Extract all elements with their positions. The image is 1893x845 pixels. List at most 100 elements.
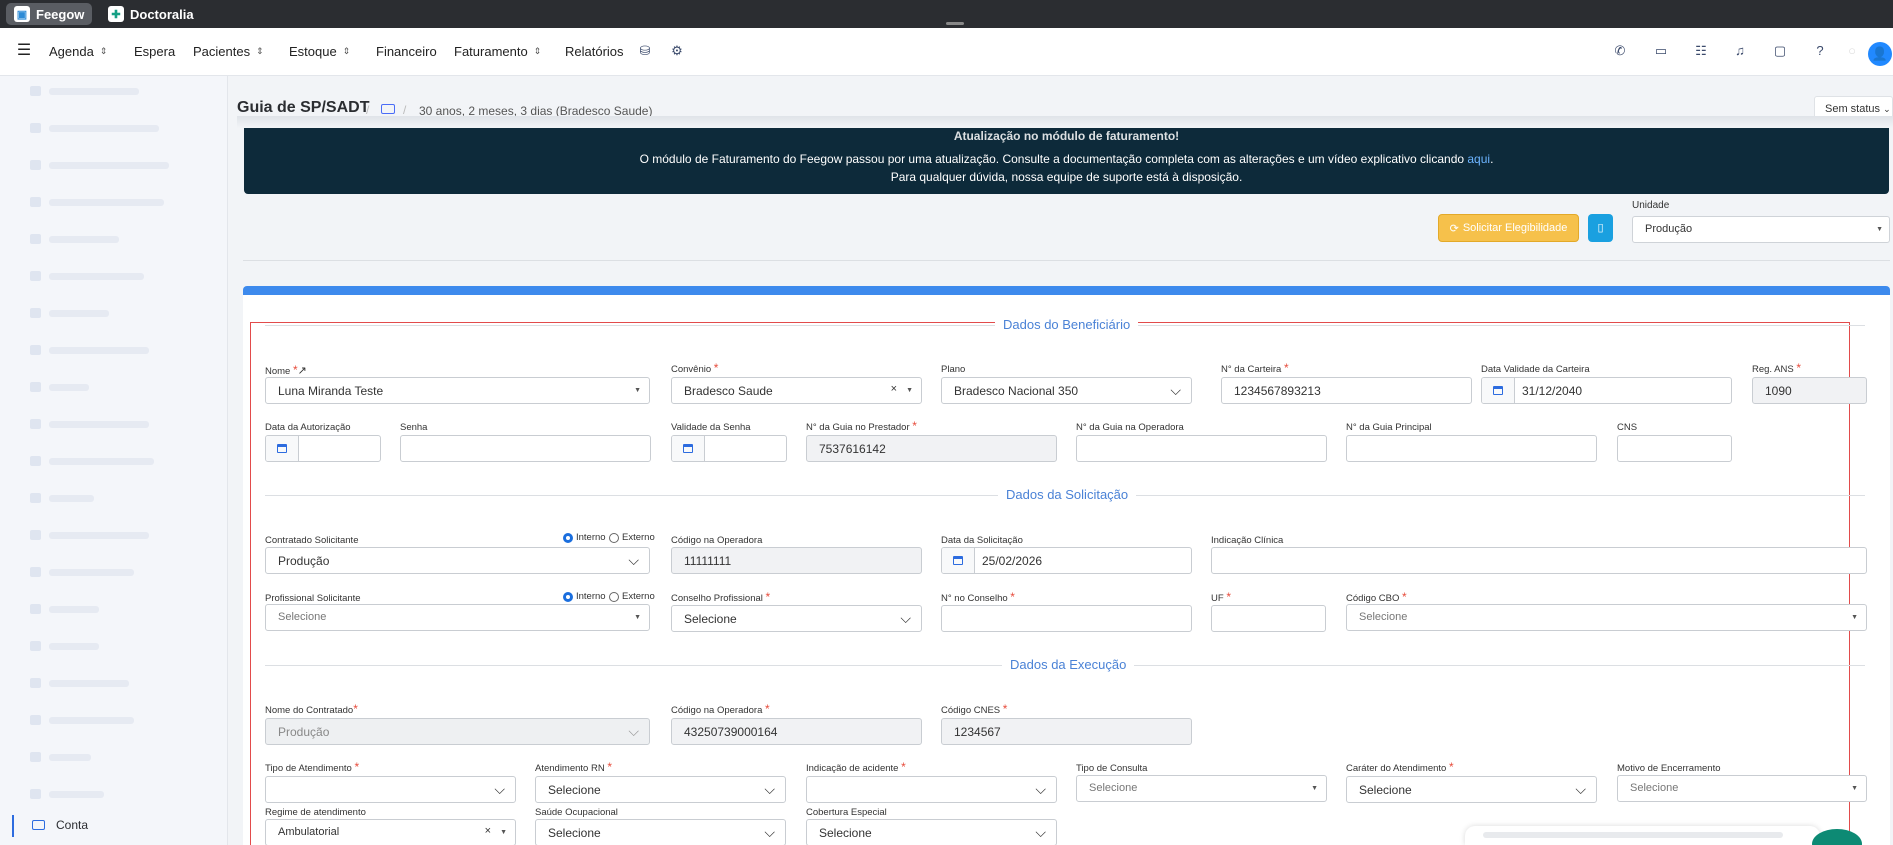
inbox-icon[interactable]: ▭ xyxy=(1653,43,1669,59)
hamburger-icon[interactable]: ☰ xyxy=(16,43,32,59)
tipo-atendimento-select[interactable]: ⌵ xyxy=(265,776,516,803)
clear-icon[interactable]: × xyxy=(485,825,491,837)
nav-item-estoque[interactable]: Estoque ⇕ xyxy=(289,44,350,59)
guia-principal-label: N° da Guia Principal xyxy=(1346,422,1432,433)
n-conselho-input[interactable] xyxy=(941,605,1192,632)
sidebar-item[interactable] xyxy=(30,530,149,540)
sidebar-item[interactable] xyxy=(30,493,94,503)
indicacao-clinica-input[interactable] xyxy=(1211,547,1867,574)
sidebar-item[interactable] xyxy=(30,197,164,207)
atendimento-rn-select[interactable]: Selecione ⌵ xyxy=(535,776,786,803)
sidebar-item[interactable] xyxy=(30,789,104,799)
required-marker: * xyxy=(1401,590,1407,604)
sidebar-item[interactable] xyxy=(30,678,129,688)
carater-select[interactable]: Selecione ⌵ xyxy=(1346,776,1597,803)
sidebar-item[interactable] xyxy=(30,419,149,429)
sidebar-item[interactable] xyxy=(30,604,99,614)
guia-prestador-input[interactable]: 7537616142 xyxy=(806,435,1057,462)
sidebar-item[interactable] xyxy=(30,641,99,651)
convenio-select[interactable]: Bradesco Saude × ▼ xyxy=(671,377,922,404)
saude-ocupacional-select[interactable]: Selecione ⌵ xyxy=(535,819,786,845)
app-tab-feegow[interactable]: ▣ Feegow xyxy=(6,3,93,25)
chat-icon[interactable]: ▢ xyxy=(1772,43,1788,59)
cbo-label: Código CBO * xyxy=(1346,590,1407,604)
codigo-operadora-exec-input[interactable]: 43250739000164 xyxy=(671,718,922,745)
calendar-icon[interactable] xyxy=(942,548,975,573)
sidebar-item[interactable] xyxy=(30,308,109,318)
conselho-select[interactable]: Selecione ⌵ xyxy=(671,605,922,632)
nav-item-faturamento[interactable]: Faturamento ⇕ xyxy=(454,44,541,59)
radio-externo[interactable]: Externo xyxy=(609,591,655,602)
data-autorizacao-input[interactable] xyxy=(265,435,381,462)
sidebar-item[interactable] xyxy=(30,345,149,355)
tipo-consulta-select[interactable]: Selecione ▼ xyxy=(1076,775,1327,802)
cnes-input[interactable]: 1234567 xyxy=(941,718,1192,745)
nav-item-pacientes[interactable]: Pacientes ⇕ xyxy=(193,44,264,59)
phone-icon[interactable]: ✆ xyxy=(1612,43,1628,59)
sidebar-item[interactable] xyxy=(30,160,169,170)
app-tab-doctoralia[interactable]: ✚ Doctoralia xyxy=(100,3,202,25)
cns-input[interactable] xyxy=(1617,435,1732,462)
sidebar-item-label xyxy=(49,531,149,539)
nav-item-relatorios[interactable]: Relatórios xyxy=(565,44,624,59)
required-marker: * xyxy=(354,760,360,774)
profissional-solicitante-select[interactable]: Selecione ▼ xyxy=(265,604,650,631)
regime-select[interactable]: Ambulatorial × ▼ xyxy=(265,819,516,845)
bell-icon[interactable]: ♫ xyxy=(1732,43,1748,59)
calendar-icon[interactable] xyxy=(672,436,705,461)
guia-operadora-input[interactable] xyxy=(1076,435,1327,462)
sidebar-item[interactable] xyxy=(30,715,134,725)
user-avatar[interactable]: 👤 xyxy=(1868,42,1892,66)
sidebar-item[interactable] xyxy=(30,271,144,281)
banner-link[interactable]: aqui xyxy=(1467,152,1490,166)
nome-select[interactable]: Luna Miranda Teste ▼ xyxy=(265,377,650,404)
sidebar-item[interactable] xyxy=(30,456,154,466)
select-value: Produção xyxy=(278,725,330,739)
nav-item-espera[interactable]: Espera xyxy=(134,44,175,59)
cobertura-especial-select[interactable]: Selecione ⌵ xyxy=(806,819,1057,845)
plano-select[interactable]: Bradesco Nacional 350 ⌵ xyxy=(941,377,1192,404)
radio-interno[interactable]: Interno xyxy=(563,532,606,543)
calendar-icon[interactable] xyxy=(266,436,299,461)
validade-senha-input[interactable] xyxy=(671,435,787,462)
unidade-select[interactable]: Produção ▼ xyxy=(1632,216,1890,243)
indicacao-acidente-select[interactable]: ⌵ xyxy=(806,776,1057,803)
reg-ans-label: Reg. ANS * xyxy=(1752,362,1801,375)
sidebar-item[interactable] xyxy=(30,752,91,762)
guia-principal-input[interactable] xyxy=(1346,435,1597,462)
gear-icon[interactable]: ⚙ xyxy=(669,43,685,59)
chat-preview-widget[interactable] xyxy=(1465,826,1820,845)
database-icon[interactable]: ⛁ xyxy=(637,43,653,59)
sidebar-item[interactable] xyxy=(30,382,89,392)
document-button[interactable]: ▯ xyxy=(1588,214,1613,242)
external-link-icon[interactable]: ↗ xyxy=(298,365,307,377)
sidebar-item-conta[interactable]: Conta xyxy=(0,815,228,837)
codigo-operadora-input[interactable]: 11111111 xyxy=(671,547,922,574)
data-solicitacao-input[interactable]: 25/02/2026 xyxy=(941,547,1192,574)
contratado-solicitante-select[interactable]: Produção ⌵ xyxy=(265,547,650,574)
reg-ans-input[interactable]: 1090 xyxy=(1752,377,1867,404)
nav-item-agenda[interactable]: Agenda ⇕ xyxy=(49,44,107,59)
sidebar-item[interactable] xyxy=(30,86,139,96)
sidebar-item[interactable] xyxy=(30,567,134,577)
checklist-icon[interactable]: ☷ xyxy=(1693,43,1709,59)
drag-handle[interactable] xyxy=(946,22,964,25)
cbo-select[interactable]: Selecione ▼ xyxy=(1346,604,1867,631)
carteira-input[interactable]: 1234567893213 xyxy=(1221,377,1472,404)
motivo-encerramento-select[interactable]: Selecione ▼ xyxy=(1617,775,1867,802)
clear-icon[interactable]: × xyxy=(891,383,897,395)
validade-carteira-input[interactable]: 31/12/2040 xyxy=(1481,377,1732,404)
uf-input[interactable] xyxy=(1211,605,1326,632)
radio-externo[interactable]: Externo xyxy=(609,532,655,543)
select-placeholder: Selecione xyxy=(1089,782,1138,794)
sidebar-item[interactable] xyxy=(30,123,159,133)
sidebar-item[interactable] xyxy=(30,234,119,244)
help-icon[interactable]: ? xyxy=(1812,43,1828,59)
credit-card-icon[interactable] xyxy=(381,104,395,114)
request-eligibility-button[interactable]: ⟳ Solicitar Elegibilidade xyxy=(1438,214,1579,242)
calendar-icon[interactable] xyxy=(1482,378,1515,403)
nav-item-financeiro[interactable]: Financeiro xyxy=(376,44,437,59)
senha-input[interactable] xyxy=(400,435,651,462)
radio-interno[interactable]: Interno xyxy=(563,591,606,602)
sidebar-item-label xyxy=(49,198,164,206)
